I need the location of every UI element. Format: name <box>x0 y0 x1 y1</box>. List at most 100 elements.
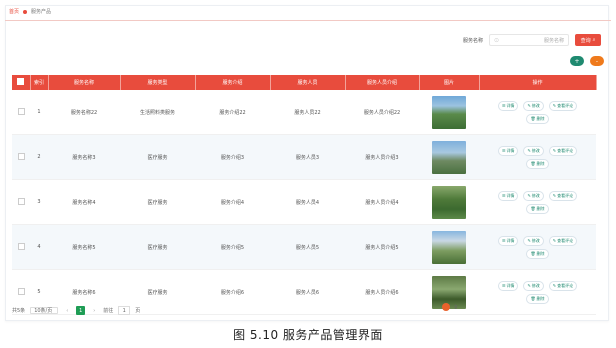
service-table: 索引 服务名称 服务类型 服务介绍 服务人员 服务人员介绍 图片 操作 1 服务名… <box>12 75 597 315</box>
delete-button[interactable]: 🗑 删除 <box>526 203 549 214</box>
cell-intro: 服务介绍4 <box>195 179 270 225</box>
edit-button[interactable]: ✎ 修改 <box>523 280 544 291</box>
figure-caption: 图 5.10 服务产品管理界面 <box>233 328 383 342</box>
detail-button[interactable]: ☰ 详情 <box>497 190 519 201</box>
cell-actions: ☰ 详情 ✎ 修改 ✎ 查看评论 🗑 删除 <box>479 179 596 225</box>
cell-staff-intro: 服务人员介绍4 <box>345 179 419 225</box>
add-button[interactable]: + <box>570 56 584 66</box>
delete-button[interactable]: 🗑 删除 <box>526 248 549 259</box>
cell-type: 医疗服务 <box>120 134 195 180</box>
cell-index: 3 <box>30 179 48 225</box>
edit-button[interactable]: ✎ 修改 <box>523 145 544 156</box>
prev-page-button[interactable]: ‹ <box>63 307 71 315</box>
col-actions: 操作 <box>479 75 597 90</box>
search-input[interactable]: ⊙ 服务名称 <box>489 34 569 46</box>
trash-icon: 🗑 <box>530 296 536 301</box>
cell-staff-intro: 服务人员介绍6 <box>345 269 419 315</box>
cell-image <box>419 134 479 180</box>
cell-image <box>419 179 479 225</box>
row-checkbox[interactable] <box>12 134 30 180</box>
select-all-checkbox[interactable] <box>12 75 31 90</box>
delete-button[interactable]: 🗑 删除 <box>526 158 549 169</box>
table-row: 4 服务名称5 医疗服务 服务介绍5 服务人员5 服务人员介绍5 ☰ 详情 ✎ 修改 ✎ 查看评论 🗑 删… <box>12 224 596 270</box>
pencil-icon: ✎ <box>552 103 557 108</box>
table-row: 3 服务名称4 医疗服务 服务介绍4 服务人员4 服务人员介绍4 ☰ 详情 ✎ 修改 ✎ 查看评论 🗑 删… <box>12 179 596 225</box>
page-size-select[interactable]: 10条/页 <box>30 307 59 314</box>
pencil-icon: ✎ <box>527 238 531 243</box>
cell-index: 2 <box>30 134 48 180</box>
cell-staff-intro: 服务人员介绍5 <box>345 224 419 270</box>
review-button[interactable]: ✎ 查看评论 <box>548 235 578 246</box>
cell-index: 1 <box>30 90 48 135</box>
service-image[interactable] <box>432 230 466 264</box>
cell-name: 服务名称5 <box>48 224 120 270</box>
total-count: 共5条 <box>12 308 26 314</box>
list-icon: ☰ <box>501 283 506 288</box>
col-index: 索引 <box>30 75 49 90</box>
service-image[interactable] <box>432 185 466 219</box>
cell-actions: ☰ 详情 ✎ 修改 ✎ 查看评论 🗑 删除 <box>479 134 596 180</box>
cell-intro: 服务介绍3 <box>195 134 270 180</box>
review-button[interactable]: ✎ 查看评论 <box>548 190 578 201</box>
service-image[interactable] <box>432 140 466 174</box>
delete-batch-button[interactable]: - <box>590 56 604 66</box>
current-page[interactable]: 1 <box>76 306 86 315</box>
next-page-button[interactable]: › <box>90 307 98 315</box>
col-name: 服务名称 <box>48 75 121 90</box>
page-unit: 页 <box>135 308 141 314</box>
cell-staff: 服务人员22 <box>270 90 345 135</box>
goto-page-input[interactable]: 1 <box>118 306 131 315</box>
cell-intro: 服务介绍5 <box>195 224 270 270</box>
cell-image <box>419 224 479 270</box>
list-icon: ☰ <box>501 148 506 153</box>
cell-type: 生活照料类服务 <box>120 90 195 135</box>
tray: ⇕ <box>442 303 458 311</box>
cell-name: 服务名称4 <box>48 179 120 225</box>
query-button[interactable]: 查询 ⌕ <box>575 34 601 46</box>
edit-button[interactable]: ✎ 修改 <box>523 235 544 246</box>
col-staff-intro: 服务人员介绍 <box>345 75 420 90</box>
tray-logo-icon[interactable] <box>442 303 450 311</box>
review-button[interactable]: ✎ 查看评论 <box>548 145 578 156</box>
delete-button[interactable]: 🗑 删除 <box>526 293 549 304</box>
cell-name: 服务名称3 <box>48 134 120 180</box>
query-button-label: 查询 <box>580 37 591 44</box>
service-image[interactable] <box>432 95 466 129</box>
cell-staff: 服务人员4 <box>270 179 345 225</box>
row-checkbox[interactable] <box>12 224 30 270</box>
cell-staff: 服务人员3 <box>270 134 345 180</box>
review-button[interactable]: ✎ 查看评论 <box>548 100 578 111</box>
col-intro: 服务介绍 <box>195 75 271 90</box>
breadcrumb-home[interactable]: 首页 <box>9 8 19 15</box>
pagination: 共5条 10条/页 ‹ 1 › 前往 1 页 <box>12 306 140 315</box>
delete-button[interactable]: 🗑 删除 <box>526 113 549 124</box>
edit-button[interactable]: ✎ 修改 <box>523 190 544 201</box>
cell-index: 4 <box>30 224 48 270</box>
review-button[interactable]: ✎ 查看评论 <box>548 280 578 291</box>
col-image: 图片 <box>419 75 480 90</box>
cell-name: 服务名称22 <box>48 90 120 135</box>
cell-intro: 服务介绍6 <box>195 269 270 315</box>
cell-actions: ☰ 详情 ✎ 修改 ✎ 查看评论 🗑 删除 <box>479 269 596 315</box>
detail-button[interactable]: ☰ 详情 <box>497 235 519 246</box>
search-field-icon: ⊙ <box>494 36 500 44</box>
detail-button[interactable]: ☰ 详情 <box>497 280 519 291</box>
search-bar: 服务名称 ⊙ 服务名称 查询 ⌕ <box>463 34 601 46</box>
list-icon: ☰ <box>501 103 506 108</box>
edit-button[interactable]: ✎ 修改 <box>523 100 544 111</box>
goto-label: 前往 <box>103 308 114 314</box>
row-checkbox[interactable] <box>12 179 30 225</box>
breadcrumb: 首页 服务产品 <box>9 8 51 15</box>
list-icon: ☰ <box>501 193 506 198</box>
cell-staff: 服务人员6 <box>270 269 345 315</box>
pencil-icon: ✎ <box>527 103 531 108</box>
detail-button[interactable]: ☰ 详情 <box>497 100 519 111</box>
cell-image <box>419 90 479 135</box>
row-checkbox[interactable] <box>12 90 30 135</box>
col-type: 服务类型 <box>120 75 196 90</box>
trash-icon: 🗑 <box>530 206 536 211</box>
tray-arrows-icon[interactable]: ⇕ <box>453 304 458 311</box>
detail-button[interactable]: ☰ 详情 <box>497 145 519 156</box>
breadcrumb-separator-icon <box>23 9 28 14</box>
cell-staff: 服务人员5 <box>270 224 345 270</box>
